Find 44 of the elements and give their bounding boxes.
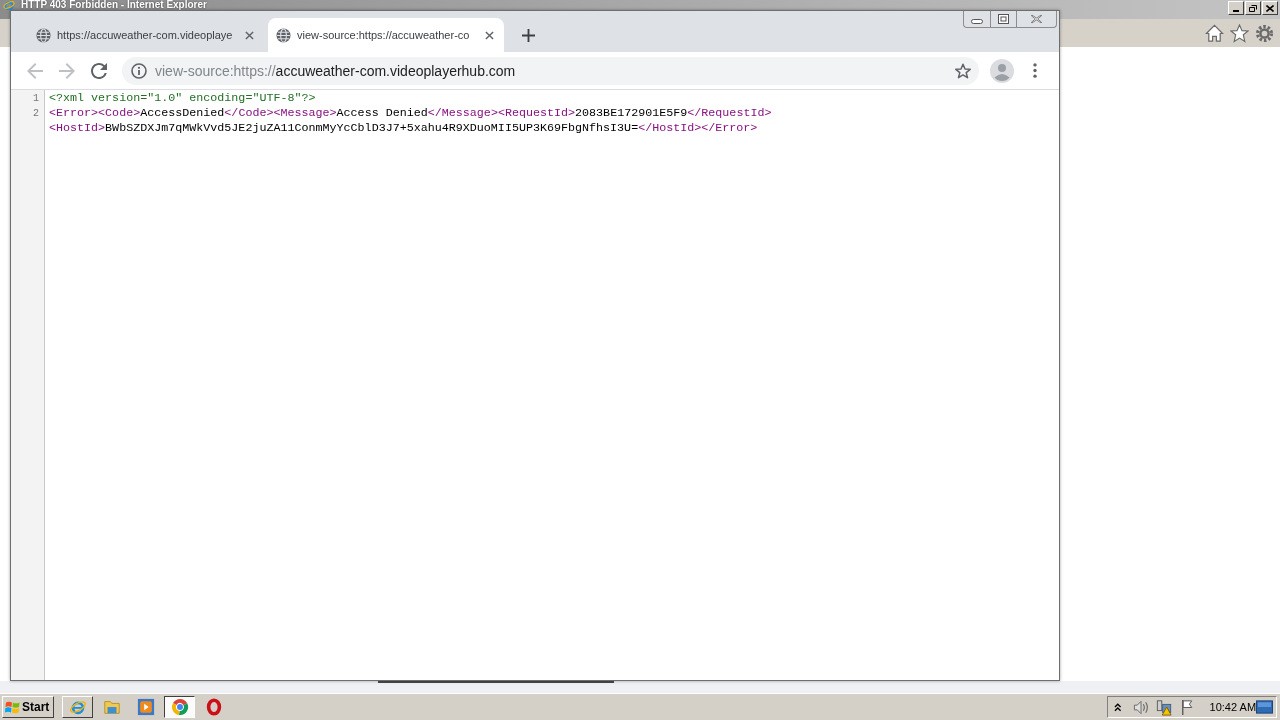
avatar-icon[interactable]	[990, 58, 1014, 83]
e-logo-icon	[68, 698, 87, 716]
star-icon[interactable]	[955, 62, 971, 79]
home-icon[interactable]	[1205, 23, 1224, 43]
globe-icon	[36, 27, 51, 43]
play-icon	[136, 698, 155, 716]
taskbar-button[interactable]	[164, 696, 195, 718]
star-icon[interactable]	[1230, 23, 1249, 43]
monitor-icon[interactable]	[1256, 700, 1273, 714]
reload-icon[interactable]	[91, 62, 107, 79]
flag-logo-icon	[5, 700, 20, 714]
round-logo-icon	[170, 698, 189, 716]
close-icon[interactable]	[245, 30, 254, 40]
scrollbar-thumb[interactable]	[378, 681, 614, 683]
window-title: HTTP 403 Forbidden - Internet Explorer	[21, 0, 207, 10]
globe-icon	[276, 27, 291, 43]
line-number: 1	[33, 93, 39, 104]
start-button[interactable]: Start	[2, 696, 54, 718]
address-field[interactable]: view-source:https://accuweather-com.videoplayerhub.com	[122, 56, 979, 85]
restore-icon	[1249, 4, 1257, 12]
close-icon	[1031, 14, 1042, 24]
folder-icon	[102, 698, 121, 716]
ring-icon	[204, 698, 223, 716]
close-icon[interactable]	[485, 30, 494, 40]
tab[interactable]: https://accuweather-com.videoplaye	[28, 18, 264, 52]
maximize-icon	[998, 14, 1009, 24]
restore-button[interactable]	[1245, 1, 1261, 15]
minimize-button[interactable]	[1228, 1, 1244, 15]
minimize-icon	[971, 18, 983, 24]
info-icon[interactable]	[131, 62, 147, 79]
clock[interactable]: 10:42 AM	[1209, 701, 1257, 713]
plus-icon[interactable]	[522, 28, 535, 42]
close-icon	[1266, 4, 1274, 12]
e-logo-icon	[3, 0, 15, 10]
network-warning-icon[interactable]	[1155, 698, 1172, 716]
speaker-icon[interactable]	[1132, 698, 1149, 716]
settings-icon[interactable]	[1255, 23, 1274, 43]
chevron-up-icon[interactable]	[1114, 702, 1122, 712]
line-number: 2	[33, 108, 39, 119]
code-line: <?xml version="1.0" encoding="UTF-8"?>	[49, 91, 316, 105]
code-line: <HostId>BWbSZDXJm7qMWkVvd5JE2juZA11ConmMyYcCblD3J7+5xahu4R9XDuoMII5UP3K69FbgNfhsI3U=</HostId></Error>	[49, 121, 758, 135]
code-line: <Error><Code>AccessDenied</Code><Message>Access Denied</Message><RequestId>2083BE172901E5F9</RequestId>	[49, 106, 772, 120]
menu-icon[interactable]	[1033, 63, 1037, 78]
tab[interactable]: view-source:https://accuweather-co	[268, 18, 504, 52]
